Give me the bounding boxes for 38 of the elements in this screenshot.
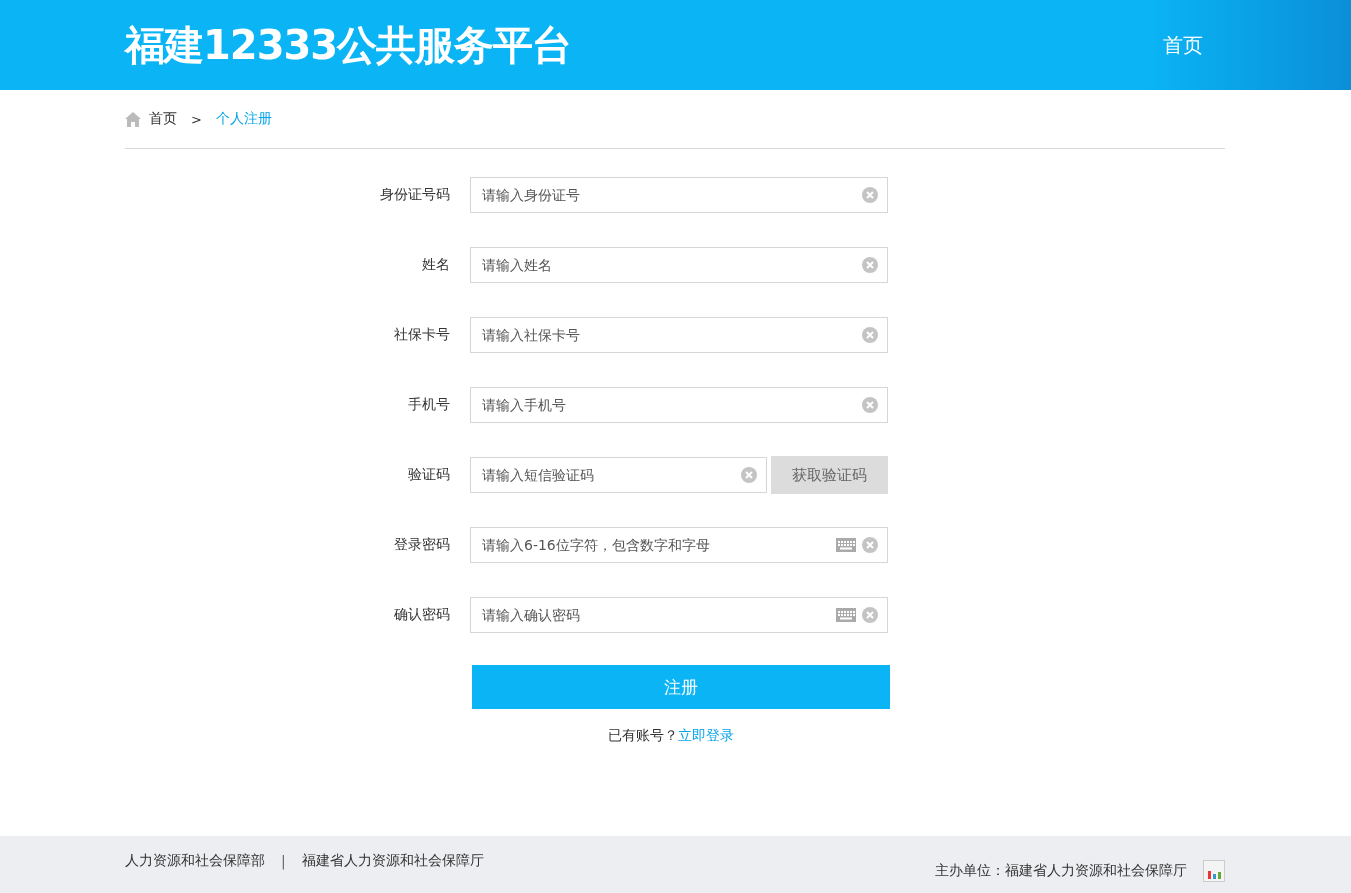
clear-icon[interactable]: [862, 397, 878, 413]
login-link[interactable]: 立即登录: [678, 727, 734, 745]
nav-link[interactable]: 首页: [1163, 31, 1203, 59]
field-label: 确认密码: [393, 606, 450, 624]
clear-icon[interactable]: [862, 187, 878, 203]
field-label: 手机号: [407, 396, 450, 414]
footer-divider: |: [281, 852, 286, 869]
clear-icon[interactable]: [862, 327, 878, 343]
clear-icon[interactable]: [741, 467, 757, 483]
input-field[interactable]: 请输入短信验证码: [470, 457, 767, 493]
footer-link[interactable]: 福建省人力资源和社会保障厅: [301, 851, 484, 870]
breadcrumb-link[interactable]: 个人注册: [215, 110, 272, 128]
footer-link[interactable]: 人力资源和社会保障部: [125, 851, 265, 870]
input-field[interactable]: 请输入社保卡号: [470, 317, 888, 353]
input-field[interactable]: 请输入姓名: [470, 247, 888, 283]
get-code-button[interactable]: 获取验证码: [771, 456, 888, 494]
register-button[interactable]: 注册: [472, 665, 890, 709]
keyboard-icon[interactable]: [836, 538, 856, 552]
field-label: 社保卡号: [393, 326, 450, 344]
input-field[interactable]: 请输入手机号: [470, 387, 888, 423]
breadcrumb-link[interactable]: 首页: [149, 110, 177, 128]
password-field[interactable]: 请输入6-16位字符，包含数字和字母: [470, 527, 888, 563]
clear-icon[interactable]: [862, 607, 878, 623]
clear-icon[interactable]: [862, 537, 878, 553]
input-field[interactable]: 请输入身份证号: [470, 177, 888, 213]
home-icon: [125, 111, 141, 127]
breadcrumb-separator: >: [191, 111, 202, 127]
site-logo: 福建12333公共服务平台: [125, 20, 572, 70]
field-label: 验证码: [407, 466, 450, 484]
clear-icon[interactable]: [862, 257, 878, 273]
field-label: 姓名: [421, 256, 450, 274]
field-label: 登录密码: [393, 536, 450, 554]
keyboard-icon[interactable]: [836, 608, 856, 622]
login-prompt: 已有账号？: [608, 727, 678, 745]
sponsor-text: 主办单位：福建省人力资源和社会保障厅: [935, 861, 1187, 880]
field-label: 身份证号码: [379, 186, 450, 204]
password-field[interactable]: 请输入确认密码: [470, 597, 888, 633]
stats-icon[interactable]: [1203, 859, 1225, 882]
